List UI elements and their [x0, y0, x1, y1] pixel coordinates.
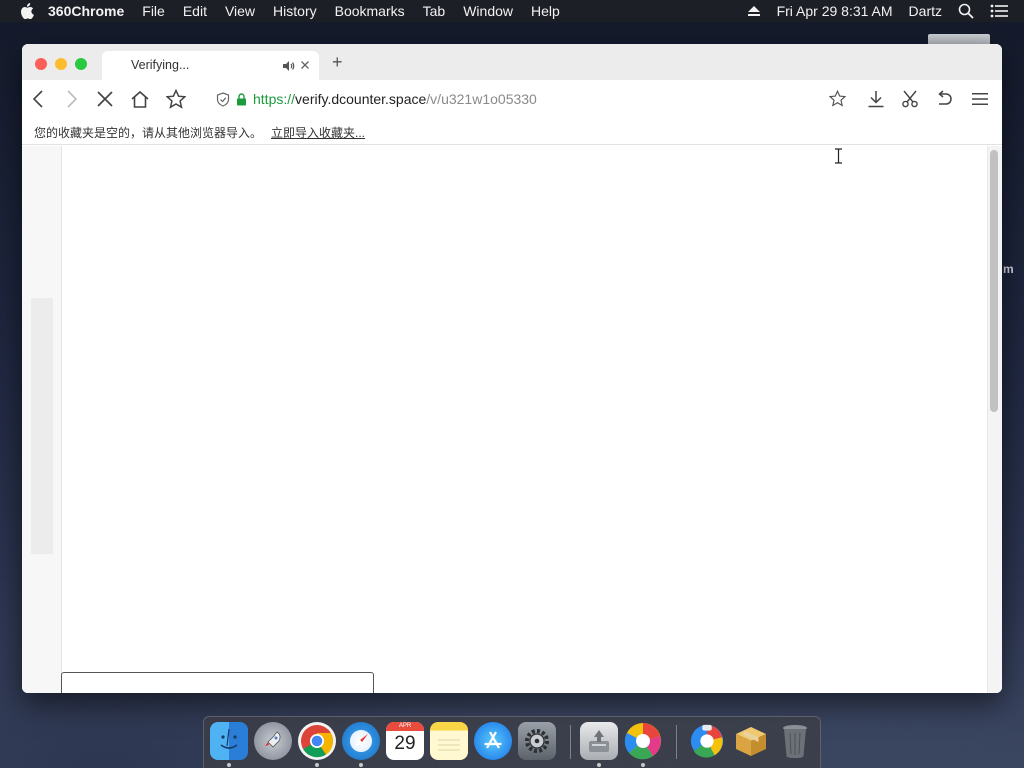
address-bar[interactable]: https://verify.dcounter.space/v/u321w1o0… — [202, 85, 852, 113]
notes-icon[interactable] — [430, 722, 468, 760]
tab-strip: Verifying... + — [22, 44, 1002, 80]
window-close-button[interactable] — [35, 58, 47, 70]
calendar-month: APR — [386, 722, 424, 731]
apple-icon[interactable] — [20, 2, 38, 20]
menu-edit[interactable]: Edit — [183, 3, 207, 19]
stop-loading-icon[interactable] — [94, 88, 116, 110]
menu-bookmarks[interactable]: Bookmarks — [335, 3, 405, 19]
calendar-icon[interactable]: APR 29 — [386, 722, 424, 760]
home-icon[interactable] — [129, 88, 151, 110]
dock: APR 29 — [203, 716, 821, 768]
system-preferences-icon[interactable] — [518, 722, 556, 760]
menu-extras: Fri Apr 29 8:31 AM Dartz — [747, 0, 1024, 22]
menu-window[interactable]: Window — [463, 3, 513, 19]
menu-help[interactable]: Help — [531, 3, 560, 19]
speaker-icon[interactable] — [282, 59, 296, 77]
text-cursor-icon — [834, 148, 843, 169]
safari-running-indicator — [359, 763, 363, 767]
menu-bar: 360Chrome File Edit View History Bookmar… — [0, 0, 1024, 22]
page-content — [22, 146, 1002, 693]
finder-icon[interactable] — [210, 722, 248, 760]
menu-tab[interactable]: Tab — [423, 3, 446, 19]
menu-clock[interactable]: Fri Apr 29 8:31 AM — [777, 3, 893, 19]
360-browser-icon[interactable] — [688, 722, 726, 760]
chrome-icon[interactable] — [298, 722, 336, 760]
menu-view[interactable]: View — [225, 3, 255, 19]
dock-separator — [570, 725, 571, 759]
lock-icon — [236, 93, 247, 111]
security-shield-icon[interactable] — [216, 92, 230, 112]
tab-verifying[interactable]: Verifying... — [102, 51, 319, 80]
url-path: /v/u321w1o05330 — [426, 91, 537, 107]
bookmarks-empty-message: 您的收藏夹是空的，请从其他浏览器导入。 — [34, 126, 263, 140]
bookmark-star-icon[interactable] — [165, 88, 187, 110]
browser-toolbar: https://verify.dcounter.space/v/u321w1o0… — [22, 80, 1002, 118]
notification-center-icon[interactable] — [990, 4, 1008, 18]
window-minimize-button[interactable] — [55, 58, 67, 70]
dock-separator-2 — [676, 725, 677, 759]
360chrome-running-indicator — [641, 763, 645, 767]
bottom-popup-panel[interactable] — [61, 672, 374, 693]
scrollbar-thumb[interactable] — [990, 150, 998, 412]
360chrome-icon[interactable] — [624, 722, 662, 760]
browser-window: Verifying... + https://verify.dcounter.s… — [22, 44, 1002, 693]
menu-user[interactable]: Dartz — [909, 3, 942, 19]
package-icon[interactable] — [732, 722, 770, 760]
window-maximize-button[interactable] — [75, 58, 87, 70]
desktop-partial-label: m — [1003, 262, 1014, 276]
undo-icon[interactable] — [933, 88, 955, 110]
back-icon[interactable] — [27, 88, 49, 110]
url-text[interactable]: https://verify.dcounter.space/v/u321w1o0… — [253, 91, 537, 107]
import-bookmarks-link[interactable]: 立即导入收藏夹... — [271, 124, 365, 141]
tab-title: Verifying... — [131, 58, 190, 72]
spotlight-search-icon[interactable] — [958, 3, 974, 19]
trash-icon[interactable] — [776, 722, 814, 760]
chrome-running-indicator — [315, 763, 319, 767]
new-tab-button[interactable]: + — [332, 52, 343, 73]
menu-history[interactable]: History — [273, 3, 317, 19]
calendar-day: 29 — [394, 733, 416, 754]
installer-running-indicator — [597, 763, 601, 767]
launchpad-icon[interactable] — [254, 722, 292, 760]
menu-file[interactable]: File — [142, 3, 165, 19]
url-scheme: https:// — [253, 91, 296, 107]
finder-running-indicator — [227, 763, 231, 767]
url-host: verify.dcounter.space — [295, 91, 427, 107]
download-icon[interactable] — [865, 88, 887, 110]
bookmarks-bar: 您的收藏夹是空的，请从其他浏览器导入。 立即导入收藏夹... — [22, 118, 1002, 145]
tab-close-icon[interactable] — [300, 57, 310, 73]
left-panel-placeholder — [31, 298, 53, 554]
scissors-icon[interactable] — [899, 88, 921, 110]
add-bookmark-star-icon[interactable] — [828, 89, 847, 112]
menu-app-name[interactable]: 360Chrome — [48, 3, 124, 19]
installer-icon[interactable] — [580, 722, 618, 760]
forward-icon[interactable] — [61, 88, 83, 110]
app-store-icon[interactable] — [474, 722, 512, 760]
menu-hamburger-icon[interactable] — [969, 88, 991, 110]
safari-icon[interactable] — [342, 722, 380, 760]
eject-icon[interactable] — [747, 5, 761, 17]
